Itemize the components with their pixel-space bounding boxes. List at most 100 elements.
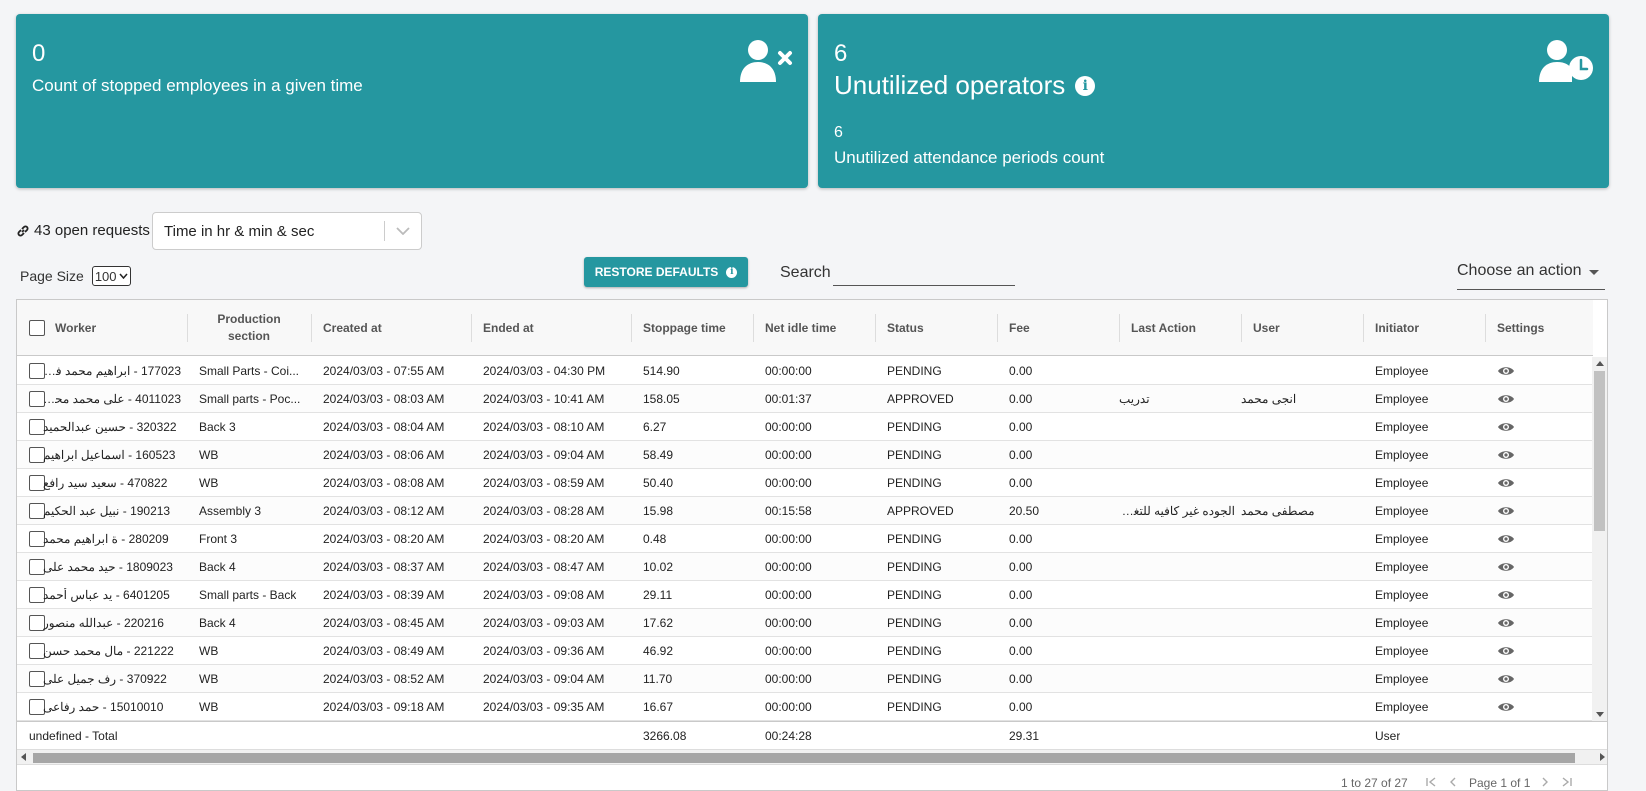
view-eye-icon[interactable]: [1497, 617, 1515, 629]
header-user[interactable]: User: [1241, 300, 1363, 356]
page-size-select[interactable]: 100: [91, 266, 131, 286]
row-select-cell[interactable]: [17, 385, 45, 412]
view-eye-icon[interactable]: [1497, 561, 1515, 573]
header-worker[interactable]: Worker: [43, 300, 205, 356]
row-select-cell[interactable]: [17, 469, 45, 496]
scroll-right-icon[interactable]: [1600, 753, 1605, 761]
cell-ended-text: 2024/03/03 - 09:08 AM: [483, 587, 605, 602]
cell-idle-text: 00:00:00: [765, 475, 812, 490]
table-row[interactable]: 177023 - ابراهيم محمد فرج Small Parts - C…: [17, 357, 1593, 385]
first-page-icon[interactable]: [1425, 776, 1437, 790]
row-select-cell[interactable]: [17, 413, 45, 440]
cell-worker-text: 221222 - مال محمد حسن: [43, 643, 174, 658]
row-select-cell[interactable]: [17, 693, 45, 720]
header-status[interactable]: Status: [875, 300, 997, 356]
cell-fee: 0.00: [997, 581, 1119, 608]
cell-user: [1241, 413, 1363, 440]
cell-ended-text: 2024/03/03 - 10:41 AM: [483, 391, 605, 406]
row-select-cell[interactable]: [17, 441, 45, 468]
cell-status: PENDING: [875, 637, 997, 664]
row-select-cell[interactable]: [17, 609, 45, 636]
info-icon[interactable]: i: [1075, 75, 1096, 96]
restore-defaults-button[interactable]: RESTORE DEFAULTS i: [584, 257, 748, 287]
table-row[interactable]: 320322 - حسين عبدالحميد Back 3 2024/03/03 …: [17, 413, 1593, 441]
cell-worker-text: 4011023 - على محمد محمد: [43, 391, 181, 406]
cell-fee-text: 0.00: [1009, 447, 1033, 462]
cell-worker: 221222 - مال محمد حسن: [43, 637, 187, 664]
view-eye-icon[interactable]: [1497, 589, 1515, 601]
table-row[interactable]: 4011023 - على محمد محمد Small parts - Poc…: [17, 385, 1593, 413]
totals-row: undefined - Total 3266.08 00:24:28 29.31…: [17, 721, 1607, 749]
view-eye-icon[interactable]: [1497, 365, 1515, 377]
header-ended[interactable]: Ended at: [471, 300, 631, 356]
table-row[interactable]: 6401205 - يد عباس أحمد Small parts - Back…: [17, 581, 1593, 609]
scroll-thumb[interactable]: [33, 753, 1575, 763]
view-eye-icon[interactable]: [1497, 701, 1515, 713]
cell-fee-text: 0.00: [1009, 419, 1033, 434]
header-settings[interactable]: Settings: [1485, 300, 1593, 356]
cell-initiator: Employee: [1363, 469, 1485, 496]
table-row[interactable]: 220216 - عبدالله منصور Back 4 2024/03/03 -…: [17, 609, 1593, 637]
view-eye-icon[interactable]: [1497, 421, 1515, 433]
row-select-cell[interactable]: [17, 357, 45, 384]
cell-status: PENDING: [875, 609, 997, 636]
header-section[interactable]: Production section: [187, 300, 311, 356]
cell-settings: [1485, 665, 1515, 692]
chevron-down-icon: [118, 273, 128, 279]
cell-worker: 190213 - نبيل عبد الحكيم: [43, 497, 187, 524]
table-row[interactable]: 1809023 - حيد محمد على Back 4 2024/03/03 -…: [17, 553, 1593, 581]
table-row[interactable]: 190213 - نبيل عبد الحكيم Assembly 3 2024/0…: [17, 497, 1593, 525]
view-eye-icon[interactable]: [1497, 393, 1515, 405]
row-select-cell[interactable]: [17, 553, 45, 580]
vertical-scrollbar[interactable]: [1592, 357, 1607, 721]
scroll-down-icon[interactable]: [1596, 712, 1604, 717]
row-select-cell[interactable]: [17, 525, 45, 552]
table-row[interactable]: 221222 - مال محمد حسن WB 2024/03/03 - 08:4…: [17, 637, 1593, 665]
header-stoppage[interactable]: Stoppage time: [631, 300, 753, 356]
scroll-up-icon[interactable]: [1596, 361, 1604, 366]
cell-ended: 2024/03/03 - 09:08 AM: [471, 581, 631, 608]
last-page-icon[interactable]: [1561, 776, 1573, 790]
cell-created-text: 2024/03/03 - 08:03 AM: [323, 391, 445, 406]
cell-idle-text: 00:00:00: [765, 447, 812, 462]
scroll-thumb[interactable]: [1594, 371, 1605, 531]
view-eye-icon[interactable]: [1497, 645, 1515, 657]
cell-user: [1241, 553, 1363, 580]
table-row[interactable]: 370922 - رف جميل على WB 2024/03/03 - 08:52…: [17, 665, 1593, 693]
cell-user: [1241, 581, 1363, 608]
header-fee[interactable]: Fee: [997, 300, 1119, 356]
header-idle[interactable]: Net idle time: [753, 300, 875, 356]
table-row[interactable]: 470822 - سعيد سيد رافع WB 2024/03/03 - 08:…: [17, 469, 1593, 497]
cell-status: APPROVED: [875, 497, 997, 524]
cell-section: WB: [187, 693, 311, 720]
pagination-bar: 1 to 27 of 27 Page 1 of 1: [17, 764, 1607, 790]
choose-action-select[interactable]: Choose an action: [1457, 262, 1605, 290]
row-select-cell[interactable]: [17, 637, 45, 664]
cell-worker: 1809023 - حيد محمد على: [43, 553, 187, 580]
table-row[interactable]: 280209 - ة ابراهيم محمد Front 3 2024/03/03…: [17, 525, 1593, 553]
header-created[interactable]: Created at: [311, 300, 471, 356]
time-format-select[interactable]: Time in hr & min & sec: [152, 212, 422, 250]
header-last-action-label: Last Action: [1131, 321, 1196, 335]
unutilized-title: Unutilized operators: [834, 70, 1066, 100]
row-select-cell[interactable]: [17, 665, 45, 692]
view-eye-icon[interactable]: [1497, 477, 1515, 489]
search-input[interactable]: [833, 266, 1015, 286]
header-last-action[interactable]: Last Action: [1119, 300, 1241, 356]
scroll-left-icon[interactable]: [21, 753, 26, 761]
header-initiator[interactable]: Initiator: [1363, 300, 1485, 356]
prev-page-icon[interactable]: [1449, 776, 1457, 790]
row-select-cell[interactable]: [17, 497, 45, 524]
cell-settings: [1485, 385, 1515, 412]
row-select-cell[interactable]: [17, 581, 45, 608]
view-eye-icon[interactable]: [1497, 505, 1515, 517]
horizontal-scrollbar[interactable]: [17, 749, 1607, 764]
view-eye-icon[interactable]: [1497, 533, 1515, 545]
open-requests[interactable]: 43 open requests: [16, 222, 150, 239]
table-row[interactable]: 160523 - اسماعيل ابراهيم WB 2024/03/03 - 0…: [17, 441, 1593, 469]
view-eye-icon[interactable]: [1497, 449, 1515, 461]
view-eye-icon[interactable]: [1497, 673, 1515, 685]
cell-section-text: Back 4: [199, 559, 236, 574]
table-row[interactable]: 15010010 - حمد رفاعى WB 2024/03/03 - 09:18…: [17, 693, 1593, 721]
next-page-icon[interactable]: [1541, 776, 1549, 790]
